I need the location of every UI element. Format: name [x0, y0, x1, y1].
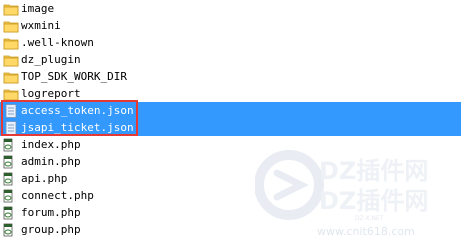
file-name: dz_plugin [21, 53, 81, 66]
file-name: admin.php [21, 155, 81, 168]
folder-icon [3, 87, 19, 101]
file-name: wxmini [21, 19, 61, 32]
file-name: logreport [21, 87, 81, 100]
folder-icon [3, 36, 19, 50]
watermark-small: DZ-X.NET [355, 215, 384, 222]
folder-icon [3, 2, 19, 16]
file-name: connect.php [21, 189, 94, 202]
file-name: forum.php [21, 206, 81, 219]
json-file-icon [3, 103, 19, 118]
file-row[interactable]: logreport [0, 85, 461, 102]
json-file-icon [3, 120, 19, 135]
watermark-url: www.cnit618.com [317, 225, 415, 238]
file-name: index.php [21, 138, 81, 151]
file-row[interactable]: jsapi_ticket.json [0, 119, 461, 136]
file-name: access_token.json [21, 104, 134, 117]
php-file-icon [3, 223, 19, 237]
file-name: jsapi_ticket.json [21, 121, 134, 134]
php-file-icon [3, 138, 19, 152]
php-file-icon [3, 172, 19, 186]
watermark-text-1: DZ插件网 [319, 157, 428, 185]
file-row[interactable]: .well-known [0, 34, 461, 51]
folder-icon [3, 70, 19, 84]
file-row[interactable]: TOP_SDK_WORK_DIR [0, 68, 461, 85]
file-name: api.php [21, 172, 68, 185]
file-row[interactable]: image [0, 0, 461, 17]
file-name: group.php [21, 223, 81, 236]
file-row[interactable]: dz_plugin [0, 51, 461, 68]
watermark-logo: DZ插件网 DZ插件网 DZ-X.NET www.cnit618.com [255, 150, 428, 238]
file-name: image [21, 2, 55, 15]
php-file-icon [3, 189, 19, 203]
file-row[interactable]: access_token.json [0, 102, 461, 119]
php-file-icon [3, 155, 19, 169]
file-row[interactable]: wxmini [0, 17, 461, 34]
folder-icon [3, 53, 19, 67]
file-name: .well-known [21, 36, 94, 49]
file-name: TOP_SDK_WORK_DIR [21, 70, 127, 83]
php-file-icon [3, 206, 19, 220]
folder-icon [3, 19, 19, 33]
watermark-text-2: DZ插件网 [319, 187, 428, 215]
